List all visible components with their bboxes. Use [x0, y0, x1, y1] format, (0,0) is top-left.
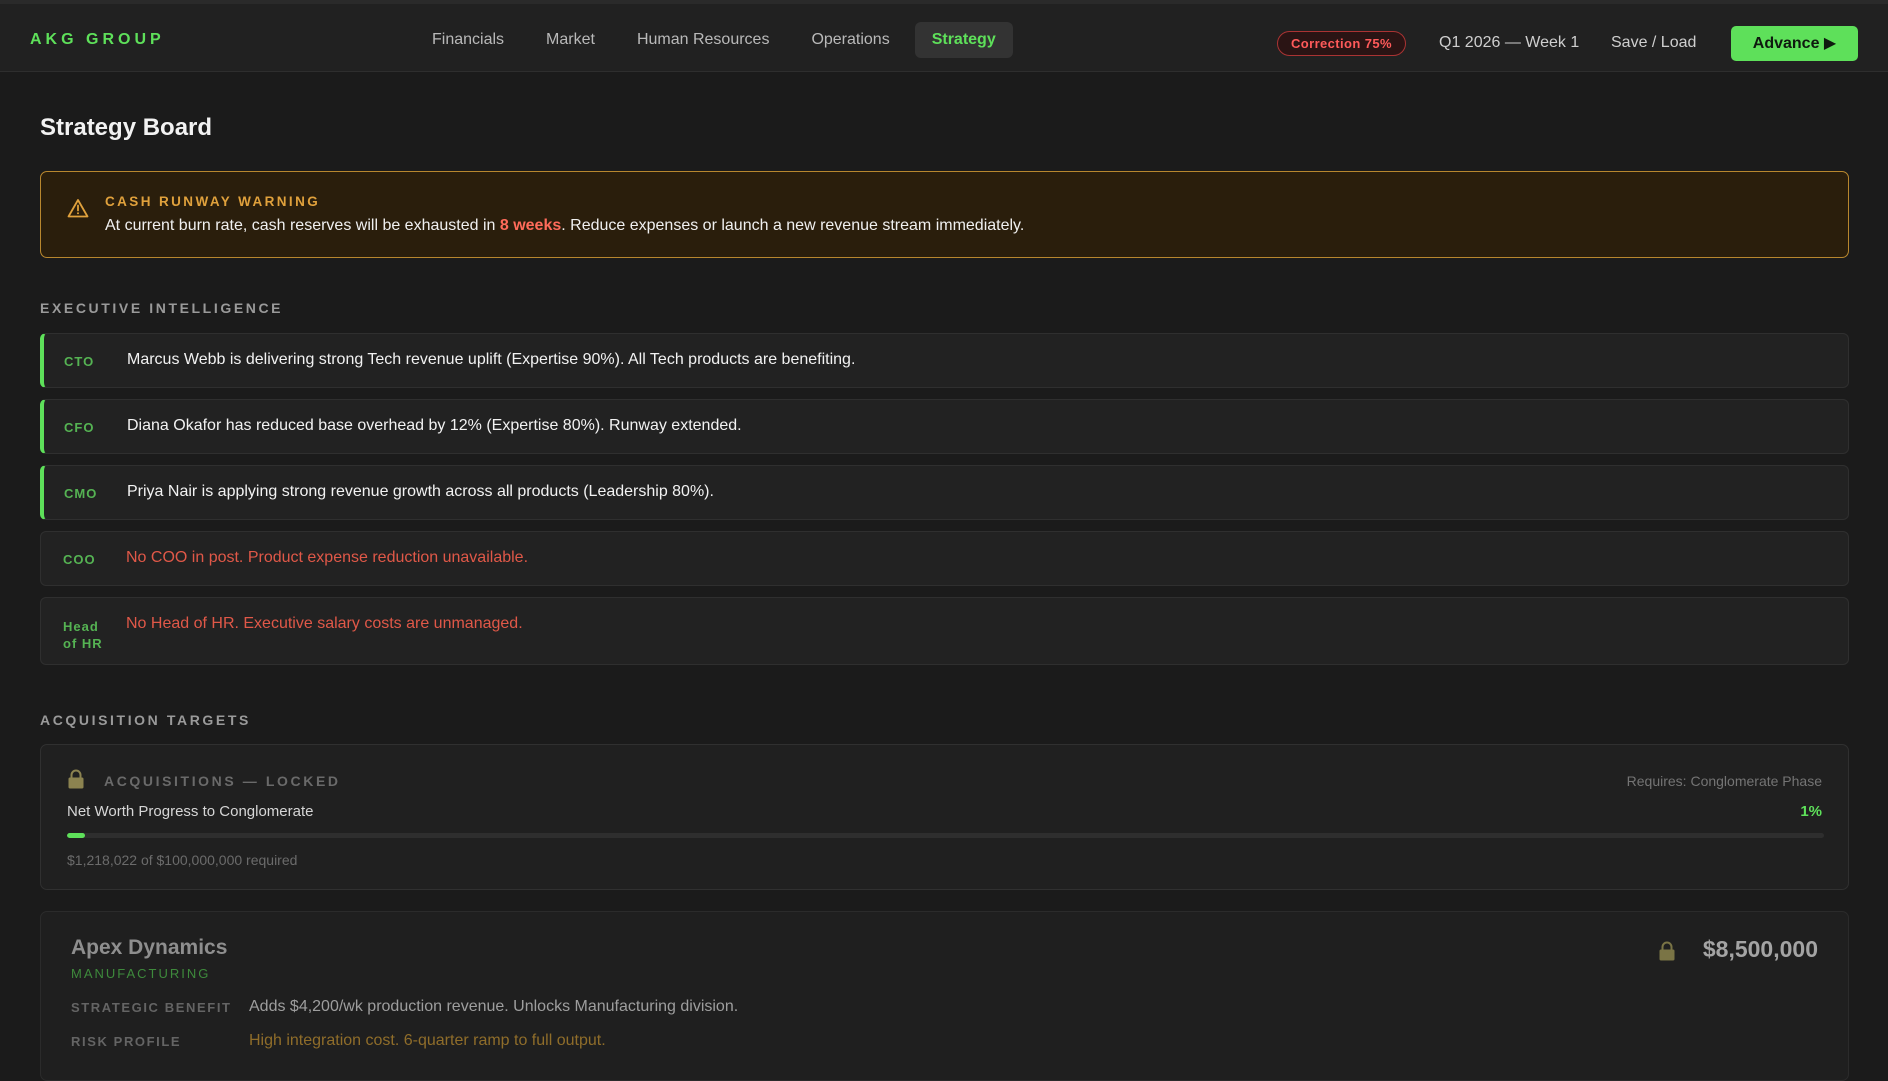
page-title: Strategy Board — [40, 114, 213, 141]
acquisitions-locked-title: ACQUISITIONS — LOCKED — [104, 773, 341, 789]
period-label: Q1 2026 — Week 1 — [1439, 34, 1580, 51]
nav-tab-market[interactable]: Market — [529, 22, 612, 58]
brand-logo[interactable]: AKG GROUP — [30, 31, 165, 49]
warning-text-before: At current burn rate, cash reserves will… — [105, 217, 500, 234]
intel-row-head-of-hr: Head of HR No Head of HR. Executive salar… — [40, 597, 1849, 665]
intel-message: Priya Nair is applying strong revenue gr… — [127, 483, 714, 500]
progress-label: Net Worth Progress to Conglomerate — [67, 803, 314, 820]
progress-detail: $1,218,022 of $100,000,000 required — [67, 852, 298, 868]
nav-tab-strategy[interactable]: Strategy — [914, 22, 1013, 58]
acquisition-targets-heading: ACQUISITION TARGETS — [40, 712, 251, 728]
main-nav: Financials Market Human Resources Operat… — [415, 22, 1013, 58]
benefit-text: Adds $4,200/wk production revenue. Unloc… — [249, 998, 739, 1015]
executive-intelligence-heading: EXECUTIVE INTELLIGENCE — [40, 300, 284, 316]
nav-tab-operations[interactable]: Operations — [794, 22, 906, 58]
warning-triangle-icon — [67, 199, 89, 218]
intel-role: CMO — [64, 486, 98, 501]
intel-message: Marcus Webb is delivering strong Tech re… — [127, 351, 856, 368]
risk-label: RISK PROFILE — [71, 1034, 182, 1049]
lock-icon — [68, 769, 84, 789]
correction-badge: Correction 75% — [1277, 31, 1406, 56]
advance-button[interactable]: Advance ▶ — [1731, 26, 1858, 61]
target-sector: MANUFACTURING — [71, 966, 211, 981]
intel-role-line2: of HR — [63, 636, 103, 651]
warning-text-after: . Reduce expenses or launch a new revenu… — [561, 217, 1025, 234]
target-price: $8,500,000 — [1702, 936, 1818, 962]
intel-message: No COO in post. Product expense reductio… — [126, 549, 529, 566]
intel-row-cto: CTO Marcus Webb is delivering strong Tec… — [40, 333, 1849, 388]
warning-title: CASH RUNWAY WARNING — [105, 194, 321, 209]
progress-percent: 1% — [1800, 803, 1822, 820]
intel-role: Head of HR — [63, 618, 103, 652]
progress-bar-fill — [67, 833, 85, 838]
risk-text: High integration cost. 6-quarter ramp to… — [249, 1032, 606, 1049]
cash-runway-warning: CASH RUNWAY WARNING At current burn rate… — [40, 171, 1849, 258]
progress-bar — [67, 833, 1824, 838]
intel-row-coo: COO No COO in post. Product expense redu… — [40, 531, 1849, 586]
target-name: Apex Dynamics — [71, 936, 228, 959]
intel-role: COO — [63, 552, 96, 567]
intel-row-cfo: CFO Diana Okafor has reduced base overhe… — [40, 399, 1849, 454]
top-bar: AKG GROUP Financials Market Human Resour… — [0, 0, 1888, 72]
lock-icon — [1659, 941, 1675, 961]
warning-weeks-highlight: 8 weeks — [499, 217, 562, 234]
intel-role: CTO — [64, 354, 95, 369]
intel-row-cmo: CMO Priya Nair is applying strong revenu… — [40, 465, 1849, 520]
save-load-button[interactable]: Save / Load — [1611, 34, 1696, 52]
nav-tab-financials[interactable]: Financials — [415, 22, 521, 58]
benefit-label: STRATEGIC BENEFIT — [71, 1000, 232, 1015]
nav-tab-human-resources[interactable]: Human Resources — [620, 22, 787, 58]
acquisition-target-card[interactable]: Apex Dynamics MANUFACTURING $8,500,000 S… — [40, 911, 1849, 1081]
intel-role-line1: Head — [63, 619, 99, 634]
intel-role: CFO — [64, 420, 95, 435]
intel-message: Diana Okafor has reduced base overhead b… — [127, 417, 742, 434]
acquisitions-locked-panel: ACQUISITIONS — LOCKED Requires: Conglome… — [40, 744, 1849, 890]
warning-message: At current burn rate, cash reserves will… — [105, 217, 1024, 235]
acquisitions-requirement: Requires: Conglomerate Phase — [1626, 773, 1822, 789]
intel-message: No Head of HR. Executive salary costs ar… — [126, 615, 523, 632]
